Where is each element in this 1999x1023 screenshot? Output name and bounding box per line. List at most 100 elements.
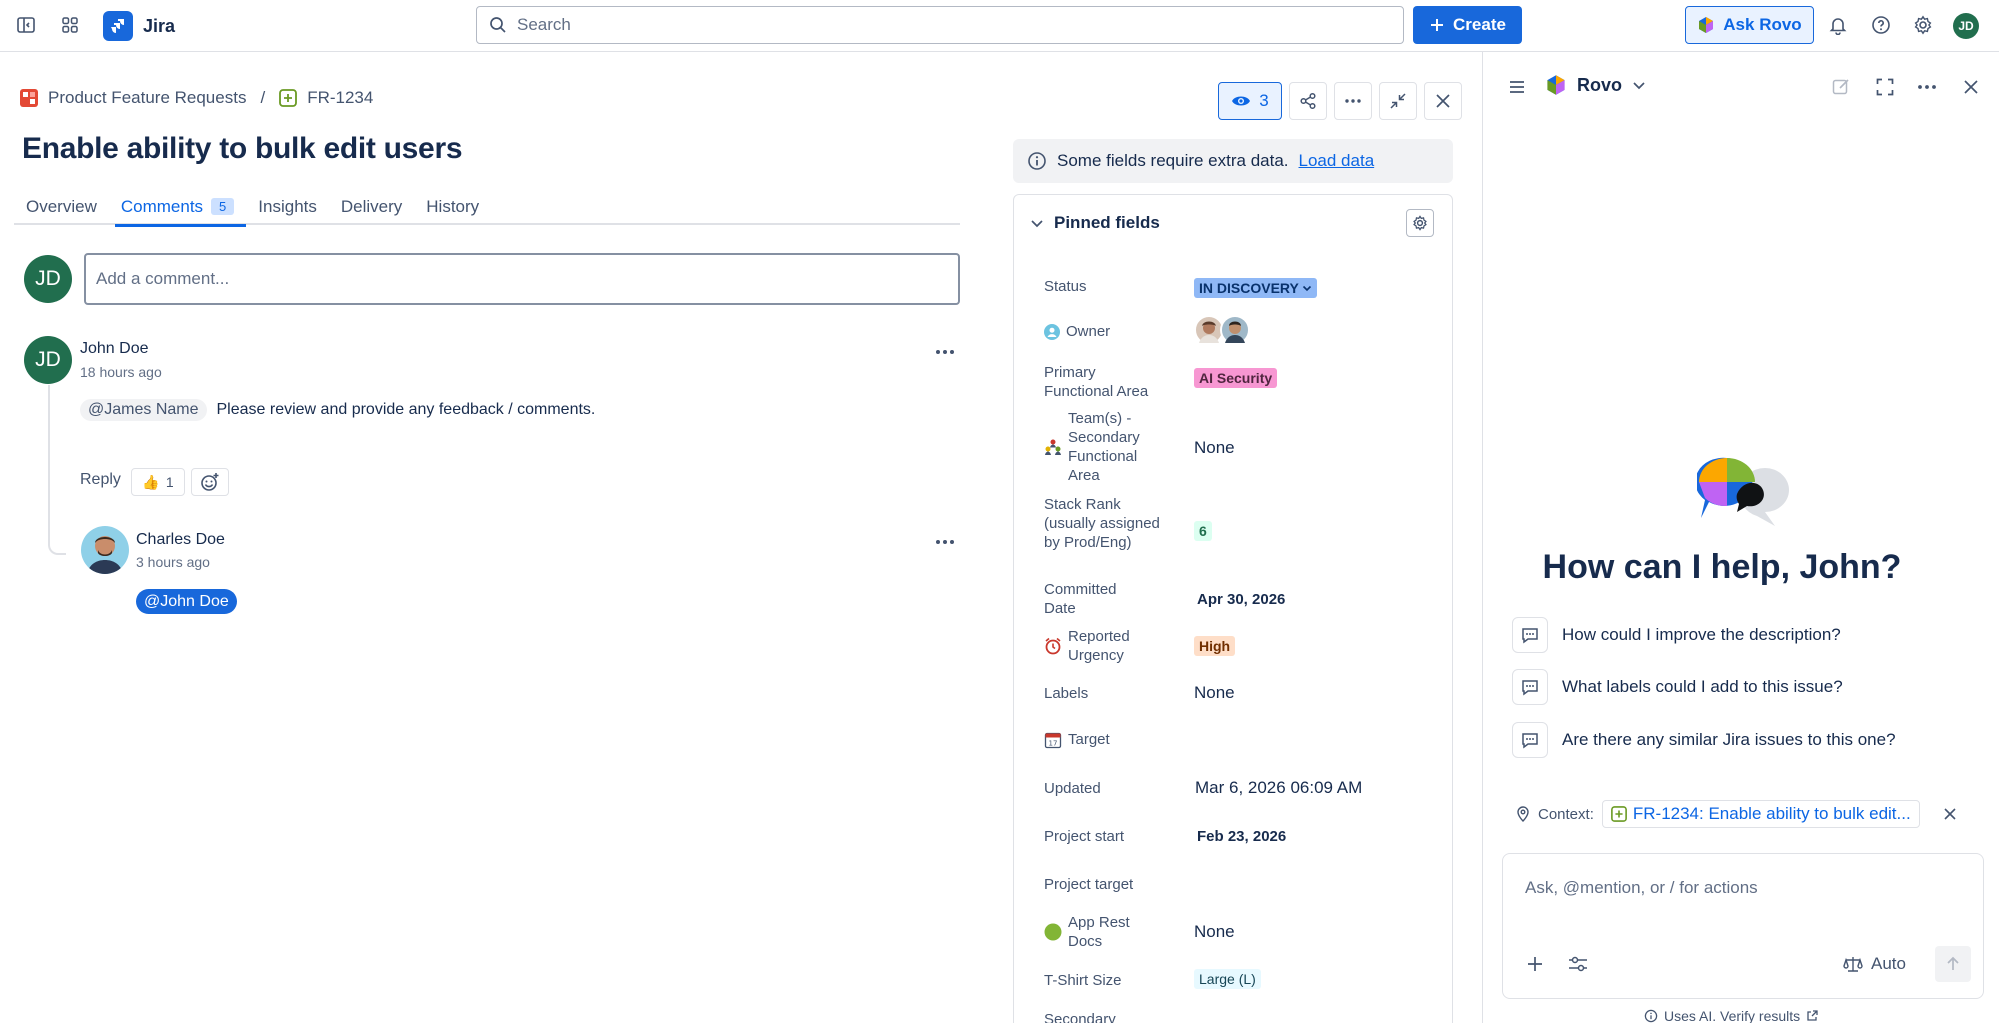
tshirt-lozenge: Large (L) (1194, 969, 1261, 989)
app-rest-value[interactable]: None (1194, 922, 1235, 942)
send-arrow-icon[interactable] (1935, 946, 1971, 982)
breadcrumb-issue-key[interactable]: FR-1234 (307, 88, 373, 108)
primary-area-lozenge: AI Security (1194, 368, 1278, 388)
labels-value[interactable]: None (1194, 683, 1235, 703)
sidebar-toggle-icon[interactable] (8, 7, 44, 43)
project-start-value[interactable]: Feb 23, 2026 (1197, 828, 1286, 845)
stack-rank-label: Stack Rank (usually assigned by Prod/Eng… (1044, 496, 1160, 551)
suggestion-item[interactable]: Are there any similar Jira issues to thi… (1512, 722, 1896, 758)
comment-timestamp[interactable]: 3 hours ago (136, 554, 210, 570)
mode-selector[interactable]: Auto (1843, 954, 1906, 974)
plus-icon (1429, 17, 1445, 33)
external-link-icon (1806, 1010, 1818, 1022)
suggestion-text: How could I improve the description? (1562, 625, 1841, 644)
suggestion-item[interactable]: How could I improve the description? (1512, 617, 1841, 653)
comment-author-avatar[interactable]: JD (24, 336, 72, 384)
current-user-avatar: JD (24, 255, 72, 303)
minimize-icon[interactable] (1379, 82, 1417, 120)
rovo-chat-input[interactable]: Ask, @mention, or / for actions Auto (1502, 853, 1984, 999)
create-label: Create (1453, 15, 1506, 34)
user-mention[interactable]: @James Name (80, 399, 207, 421)
jira-logo[interactable]: Jira (103, 11, 175, 41)
tab-label: Delivery (340, 196, 403, 216)
status-lozenge[interactable]: IN DISCOVERY (1194, 278, 1317, 298)
rovo-close-icon[interactable] (1954, 70, 1988, 104)
committed-date-value[interactable]: Apr 30, 2026 (1197, 591, 1285, 608)
pinned-settings-gear-icon[interactable] (1406, 209, 1434, 237)
comment-timestamp[interactable]: 18 hours ago (80, 364, 162, 380)
search-icon (489, 16, 507, 34)
tab-insights[interactable]: Insights (246, 188, 329, 225)
chevron-down-icon (1632, 78, 1646, 92)
charles-avatar[interactable] (81, 526, 129, 574)
pinned-fields-header[interactable]: Pinned fields (1030, 213, 1160, 233)
settings-gear-icon[interactable] (1906, 8, 1940, 42)
panel-divider[interactable] (1482, 52, 1483, 1023)
watch-button[interactable]: 3 (1218, 82, 1282, 120)
add-comment-input[interactable]: Add a comment... (84, 253, 960, 305)
breadcrumb-project[interactable]: Product Feature Requests (48, 88, 246, 108)
primary-area-field[interactable]: AI Security (1194, 368, 1278, 388)
tab-overview[interactable]: Overview (14, 188, 109, 225)
load-data-link[interactable]: Load data (1299, 151, 1375, 171)
chevron-down-icon (1030, 216, 1044, 230)
share-icon[interactable] (1289, 82, 1327, 120)
project-target-label: Project target (1044, 876, 1134, 893)
ai-disclaimer: Uses AI. Verify results (1644, 1008, 1818, 1023)
context-chip[interactable]: FR-1234: Enable ability to bulk edit... (1601, 800, 1920, 828)
rovo-menu-icon[interactable] (1500, 70, 1534, 104)
tshirt-field[interactable]: Large (L) (1194, 969, 1261, 989)
svg-text:17: 17 (1049, 739, 1058, 747)
user-mention-self[interactable]: @John Doe (136, 589, 237, 614)
user-avatar[interactable]: JD (1953, 13, 1979, 39)
updated-value: Mar 6, 2026 06:09 AM (1195, 778, 1363, 797)
add-reaction-icon[interactable] (191, 468, 229, 496)
owner-avatar[interactable] (1220, 315, 1250, 345)
tab-comments[interactable]: Comments 5 (109, 188, 247, 227)
add-attachment-plus-icon[interactable] (1525, 954, 1545, 974)
issue-type-icon (279, 89, 298, 107)
help-icon[interactable] (1864, 8, 1898, 42)
reply-button[interactable]: Reply (80, 471, 121, 489)
remove-context-close-icon[interactable] (1944, 808, 1956, 820)
teams-value[interactable]: None (1194, 438, 1235, 458)
comment-more-actions-icon[interactable] (929, 338, 961, 366)
teams-label-row: Team(s) - Secondary Functional Area (1044, 409, 1148, 485)
more-actions-icon[interactable] (1334, 82, 1372, 120)
urgency-label: Reported Urgency (1068, 628, 1130, 664)
search-input[interactable]: Search (476, 6, 1404, 44)
adjust-settings-icon[interactable] (1567, 954, 1589, 974)
primary-area-label: Primary Functional Area (1044, 364, 1149, 400)
issue-tabs: Overview Comments 5 Insights Delivery His… (14, 188, 960, 227)
new-chat-edit-icon[interactable] (1824, 70, 1858, 104)
comment-more-actions-icon[interactable] (929, 528, 961, 556)
ai-disclaimer-text[interactable]: Uses AI. Verify results (1664, 1008, 1800, 1023)
add-comment-placeholder: Add a comment... (96, 269, 230, 288)
comment-author-name[interactable]: John Doe (80, 340, 149, 358)
urgency-field[interactable]: High (1194, 636, 1236, 656)
app-switcher-icon[interactable] (52, 7, 88, 43)
status-field[interactable]: IN DISCOVERY (1194, 278, 1317, 298)
mode-label: Auto (1871, 954, 1906, 973)
tab-delivery[interactable]: Delivery (329, 188, 414, 225)
create-button[interactable]: Create (1413, 6, 1522, 44)
reaction-thumbs-up[interactable]: 👍 1 (131, 468, 185, 496)
rovo-more-icon[interactable] (1910, 70, 1944, 104)
tab-history[interactable]: History (414, 188, 491, 225)
app-rest-label-row: App Rest Docs (1044, 913, 1138, 951)
issue-title[interactable]: Enable ability to bulk edit users (22, 132, 463, 166)
rovo-agent-selector[interactable]: Rovo (1545, 74, 1646, 96)
calendar-icon: 17 (1044, 731, 1062, 749)
notifications-bell-icon[interactable] (1821, 8, 1855, 42)
thread-connector (48, 385, 66, 555)
pinned-fields-panel: Pinned fields Status IN DISCOVERY Owner … (1013, 194, 1453, 1023)
alarm-clock-icon (1044, 637, 1062, 655)
suggestion-item[interactable]: What labels could I add to this issue? (1512, 669, 1843, 705)
stack-rank-field[interactable]: 6 (1194, 521, 1212, 541)
expand-fullscreen-icon[interactable] (1868, 70, 1902, 104)
close-icon[interactable] (1424, 82, 1462, 120)
ask-rovo-button[interactable]: Ask Rovo (1685, 6, 1814, 44)
watchers-count: 3 (1259, 91, 1269, 110)
comment-author-name[interactable]: Charles Doe (136, 531, 225, 549)
owner-avatars[interactable] (1194, 315, 1250, 345)
